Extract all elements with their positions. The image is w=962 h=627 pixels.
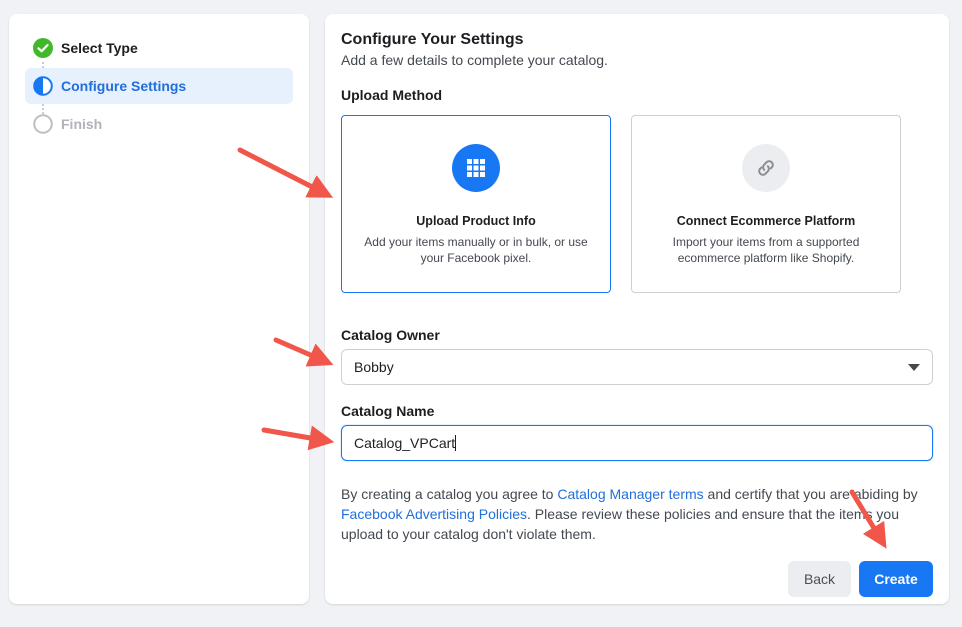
upload-product-info-card[interactable]: Upload Product Info Add your items manua… xyxy=(341,115,611,293)
card-title: Connect Ecommerce Platform xyxy=(676,214,856,228)
empty-circle-icon xyxy=(33,114,53,134)
step-configure-settings[interactable]: Configure Settings xyxy=(25,68,293,104)
back-button[interactable]: Back xyxy=(788,561,851,597)
catalog-name-label: Catalog Name xyxy=(341,403,435,419)
catalog-owner-value: Bobby xyxy=(354,359,394,375)
step-select-type[interactable]: Select Type xyxy=(25,30,293,66)
half-circle-icon xyxy=(33,76,53,96)
advertising-policies-link[interactable]: Facebook Advertising Policies xyxy=(341,506,527,522)
card-description: Import your items from a supported ecomm… xyxy=(672,235,860,265)
terms-notice: By creating a catalog you agree to Catal… xyxy=(341,486,918,542)
step-label: Finish xyxy=(61,116,103,132)
catalog-manager-terms-link[interactable]: Catalog Manager terms xyxy=(557,486,703,502)
catalog-name-value: Catalog_VPCart xyxy=(354,435,456,451)
connect-ecommerce-platform-card[interactable]: Connect Ecommerce Platform Import your i… xyxy=(631,115,901,293)
settings-panel: Configure Your Settings Add a few detail… xyxy=(325,14,949,604)
page-subtitle: Add a few details to complete your catal… xyxy=(341,52,608,68)
caret-down-icon xyxy=(908,364,920,371)
step-label: Select Type xyxy=(61,40,138,56)
step-label: Configure Settings xyxy=(61,78,187,94)
steps-panel: Select Type Configure Settings Finish xyxy=(9,14,309,604)
catalog-name-input[interactable]: Catalog_VPCart xyxy=(341,425,933,461)
upload-method-label: Upload Method xyxy=(341,87,443,103)
card-description: Add your items manually or in bulk, or u… xyxy=(364,235,588,265)
text-cursor xyxy=(455,435,457,451)
page-title: Configure Your Settings xyxy=(341,31,524,48)
check-circle-icon xyxy=(33,38,53,58)
card-title: Upload Product Info xyxy=(416,214,536,228)
catalog-owner-select[interactable]: Bobby xyxy=(341,349,933,385)
catalog-owner-label: Catalog Owner xyxy=(341,327,440,343)
create-button[interactable]: Create xyxy=(859,561,933,597)
step-finish[interactable]: Finish xyxy=(25,106,293,142)
grid-icon xyxy=(452,144,500,192)
link-icon xyxy=(742,144,790,192)
